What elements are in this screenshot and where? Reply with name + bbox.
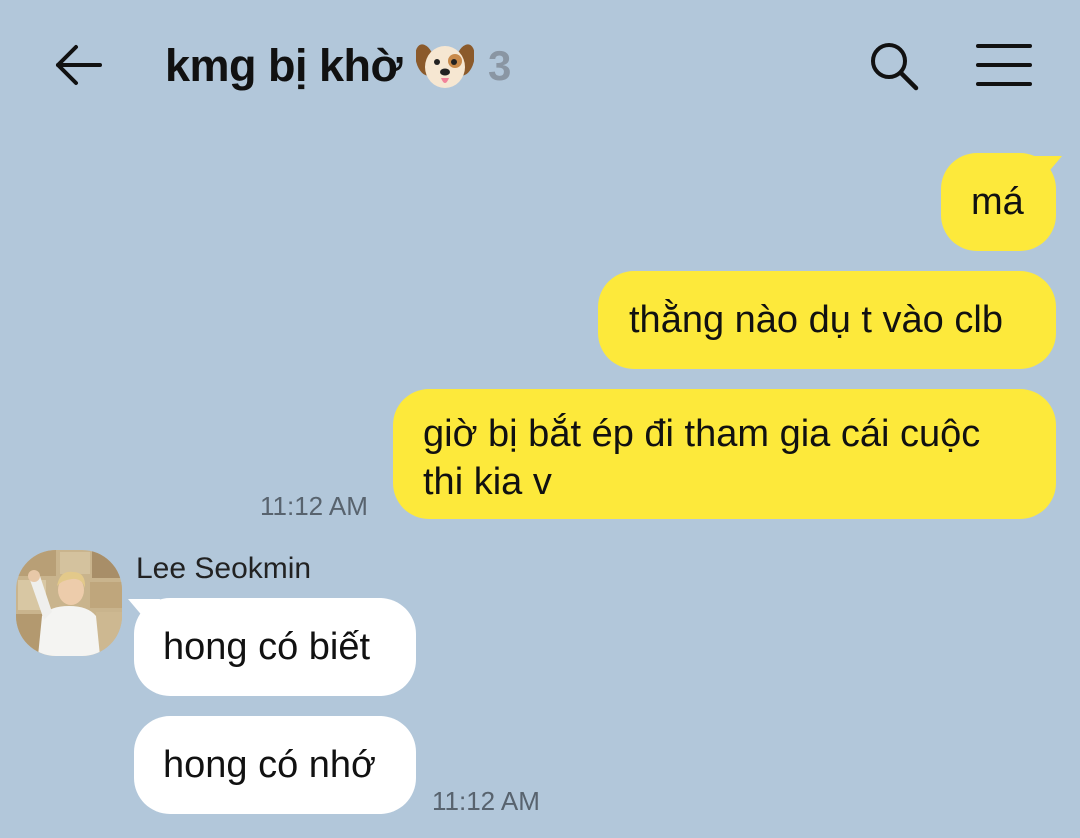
hamburger-menu-icon [976, 44, 1032, 86]
member-count: 3 [488, 42, 512, 89]
dog-face-icon [416, 44, 475, 88]
message-text-line: thi kia v [423, 461, 552, 503]
menu-button[interactable] [974, 40, 1034, 90]
message-bubble[interactable]: hong có nhớ [134, 716, 416, 814]
chat-title: kmg bị khờ [165, 40, 403, 91]
search-button[interactable] [866, 38, 922, 94]
message-text: hong có biết [163, 626, 371, 668]
user-avatar-photo [16, 550, 122, 656]
message-text: hong có nhớ [163, 744, 376, 786]
search-icon [871, 43, 919, 91]
message-text: má [971, 181, 1024, 223]
message-bubble[interactable]: má [941, 153, 1056, 251]
message-text-line: giờ bị bắt ép đi tham gia cái cuộc [423, 413, 981, 455]
message-timestamp: 11:12 AM [432, 786, 540, 816]
message-timestamp: 11:12 AM [260, 491, 368, 521]
message-text: thằng nào dụ t vào clb [629, 299, 1003, 341]
chat-header: kmg bị khờ 3 [0, 0, 1080, 130]
arrow-left-icon [56, 45, 102, 85]
avatar[interactable] [16, 550, 122, 656]
message-bubble[interactable]: thằng nào dụ t vào clb [598, 271, 1056, 369]
message-bubble[interactable]: giờ bị bắt ép đi tham gia cái cuộc thi k… [393, 389, 1056, 519]
sender-name: Lee Seokmin [136, 552, 312, 585]
back-button[interactable] [50, 38, 106, 94]
chat-title-area[interactable]: kmg bị khờ 3 [165, 36, 511, 96]
message-bubble[interactable]: hong có biết [134, 598, 416, 696]
